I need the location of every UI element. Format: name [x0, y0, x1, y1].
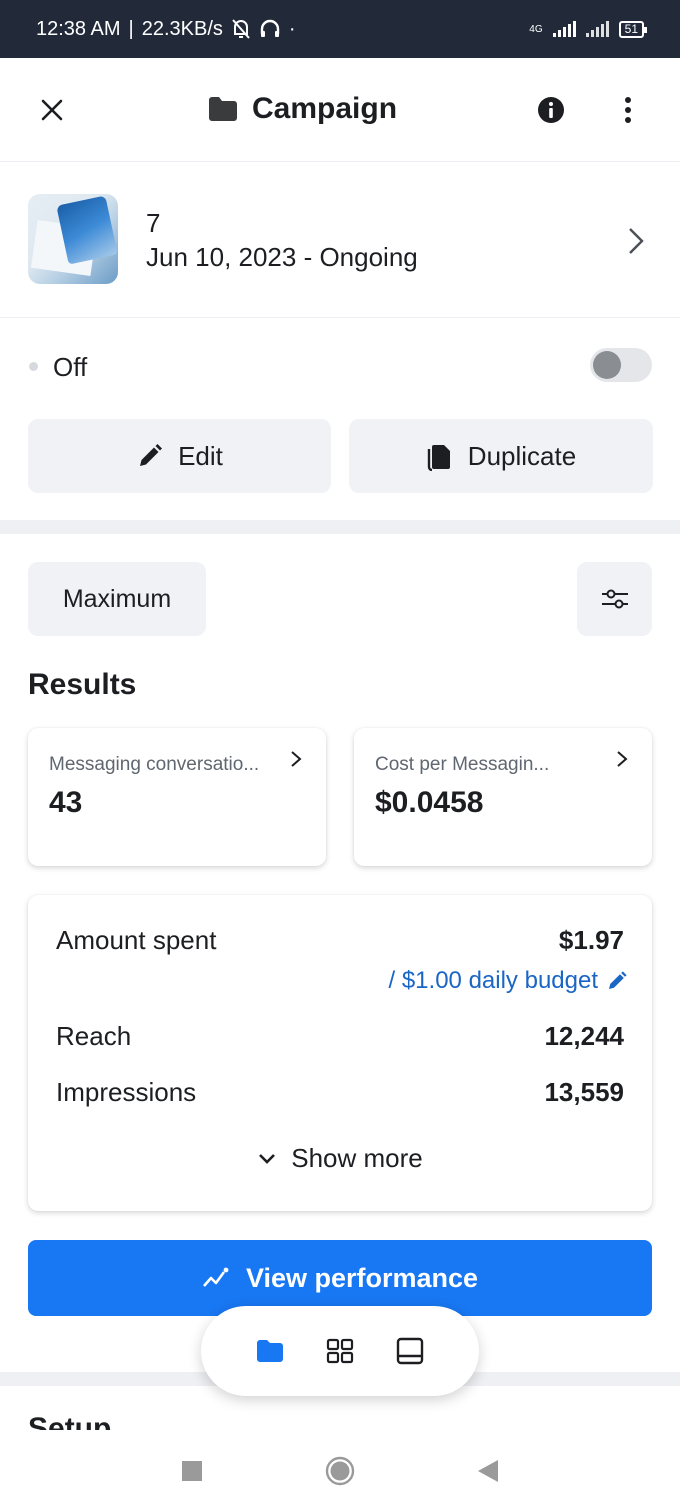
- date-range-label: Maximum: [62, 584, 172, 613]
- show-more-label: Show more: [291, 1143, 423, 1173]
- back-icon[interactable]: [472, 1455, 504, 1487]
- setup-heading: Setup: [28, 1412, 112, 1430]
- battery-level: 51: [624, 21, 638, 36]
- date-range-button[interactable]: Maximum: [28, 562, 206, 636]
- results-heading: Results: [28, 668, 137, 701]
- folder-icon: [209, 97, 237, 121]
- page-title: Campaign: [208, 92, 397, 126]
- metric-label: Cost per Messagin...: [375, 754, 550, 775]
- recent-apps-icon[interactable]: [176, 1455, 208, 1487]
- folder-icon[interactable]: [255, 1336, 285, 1366]
- amount-spent-value: $1.97: [558, 925, 624, 955]
- floating-level-nav: [201, 1306, 479, 1396]
- metric-card-cost[interactable]: Cost per Messagin... $0.0458: [354, 728, 652, 866]
- impressions-value: 13,559: [544, 1077, 624, 1107]
- impressions-row: Impressions 13,559: [56, 1077, 624, 1108]
- metric-value: 43: [49, 786, 83, 819]
- daily-budget-link[interactable]: / $1.00 daily budget: [389, 967, 629, 995]
- chevron-right-icon: [617, 751, 628, 767]
- duplicate-button[interactable]: Duplicate: [349, 419, 653, 493]
- budget-text: / $1.00 daily budget: [388, 967, 599, 994]
- network-speed: 22.3KB/s: [141, 17, 223, 40]
- amount-spent-row: Amount spent $1.97: [56, 925, 624, 956]
- metric-label: Messaging conversatio...: [49, 754, 260, 775]
- amount-spent-label: Amount spent: [56, 925, 217, 955]
- status-right: 4G 51: [529, 20, 648, 38]
- section-divider: [0, 520, 680, 534]
- more-options-icon[interactable]: [616, 94, 640, 126]
- pencil-icon: [140, 444, 163, 466]
- pencil-icon: [609, 971, 627, 989]
- status-separator: |: [128, 17, 134, 40]
- spend-summary-card: Amount spent $1.97 / $1.00 daily budget …: [28, 895, 652, 1211]
- view-performance-button[interactable]: View performance: [28, 1240, 652, 1316]
- home-icon[interactable]: [324, 1455, 356, 1487]
- signal-icon-2: [585, 21, 609, 37]
- status-label: Off: [53, 352, 88, 382]
- reach-label: Reach: [56, 1021, 132, 1051]
- network-type: 4G: [529, 23, 543, 35]
- sliders-icon: [601, 589, 628, 609]
- duplicate-label: Duplicate: [467, 440, 577, 471]
- campaign-dates: Jun 10, 2023 - Ongoing: [146, 242, 418, 272]
- info-icon[interactable]: [537, 96, 565, 124]
- trend-line-icon: [202, 1267, 229, 1287]
- status-indicator-dot: [29, 362, 38, 371]
- headset-icon: [260, 19, 280, 37]
- chevron-down-icon: [259, 1153, 276, 1164]
- edit-button[interactable]: Edit: [28, 419, 331, 493]
- filter-button[interactable]: [577, 562, 652, 636]
- campaign-thumbnail: [28, 194, 118, 284]
- ad-preview-icon[interactable]: [395, 1336, 425, 1366]
- notifications-off-icon: [232, 19, 250, 39]
- reach-value: 12,244: [544, 1021, 624, 1051]
- show-more-button[interactable]: Show more: [28, 1143, 652, 1174]
- chevron-right-icon: [291, 751, 302, 767]
- metric-value: $0.0458: [375, 786, 484, 819]
- campaign-toggle[interactable]: [590, 348, 652, 382]
- metric-card-messaging[interactable]: Messaging conversatio... 43: [28, 728, 326, 866]
- edit-label: Edit: [178, 440, 223, 471]
- view-performance-label: View performance: [245, 1262, 479, 1293]
- status-dot-indicator: ·: [288, 17, 296, 40]
- status-bar: 12:38 AM | 22.3KB/s · 4G 51: [0, 0, 680, 58]
- duplicate-icon: [427, 445, 450, 471]
- reach-row: Reach 12,244: [56, 1021, 624, 1052]
- close-icon[interactable]: [36, 94, 68, 126]
- chevron-right-icon: [629, 228, 644, 254]
- delivery-status-row: Off: [0, 318, 680, 414]
- campaign-summary-row[interactable]: 7 Jun 10, 2023 - Ongoing: [0, 162, 680, 318]
- toggle-knob: [593, 351, 621, 379]
- battery-icon: 51: [618, 20, 648, 38]
- status-left: 12:38 AM | 22.3KB/s ·: [36, 18, 296, 41]
- page-title-text: Campaign: [252, 92, 398, 125]
- campaign-name: 7: [146, 208, 181, 238]
- ad-sets-grid-icon[interactable]: [325, 1336, 355, 1366]
- clock: 12:38 AM: [36, 17, 121, 40]
- signal-icon: [552, 21, 576, 37]
- system-navigation-bar: [0, 1430, 680, 1511]
- impressions-label: Impressions: [56, 1077, 197, 1107]
- app-header: Campaign: [0, 58, 680, 162]
